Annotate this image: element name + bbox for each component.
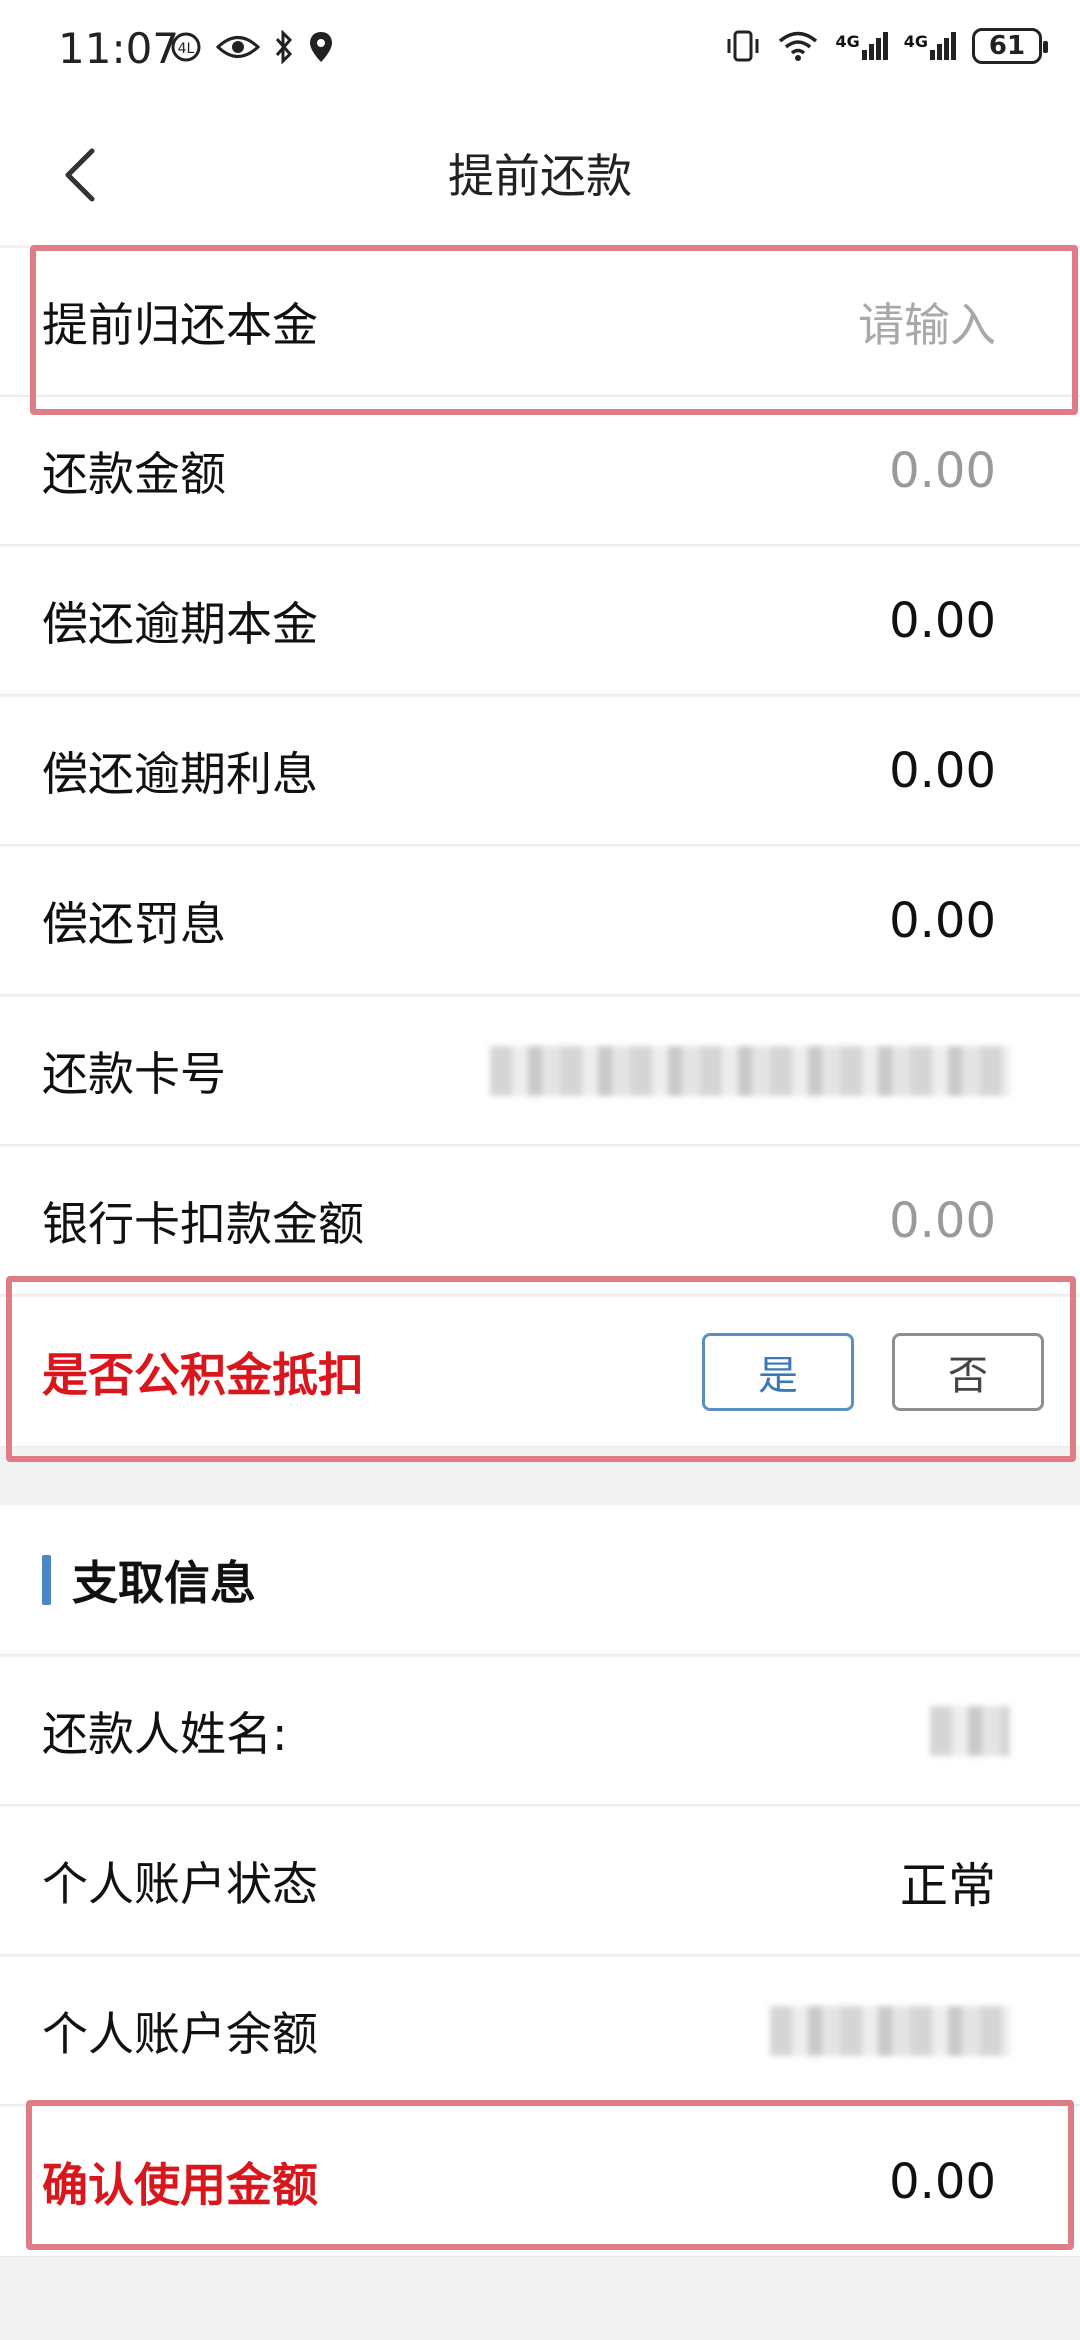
section-accent-bar <box>42 1554 51 1605</box>
card-number-redacted <box>490 1045 1010 1096</box>
account-status-label: 个人账户状态 <box>42 1856 318 1911</box>
repayer-name-redacted <box>930 1705 1010 1756</box>
card-deduct-label: 银行卡扣款金额 <box>42 1196 364 1251</box>
fund-deduct-label: 是否公积金抵扣 <box>42 1347 364 1402</box>
card-number-label: 还款卡号 <box>42 1046 226 1101</box>
status-bar: 11:07 4L 4G 4G 61 <box>0 0 1080 110</box>
card-number-row: 还款卡号 <box>0 997 1080 1145</box>
svg-text:4L: 4L <box>178 41 195 57</box>
account-balance-row: 个人账户余额 <box>0 1957 1080 2105</box>
repayer-name-label: 还款人姓名: <box>42 1706 288 1761</box>
confirm-amount-row: 确认使用金额 0.00 <box>0 2107 1080 2257</box>
nav-header: 提前还款 <box>0 110 1080 245</box>
withdraw-info-header: 支取信息 <box>0 1505 1080 1655</box>
wifi-icon <box>779 31 818 61</box>
card-deduct-row: 银行卡扣款金额 0.00 <box>0 1147 1080 1295</box>
repay-amount-label: 还款金额 <box>42 446 226 501</box>
overdue-interest-value: 0.00 <box>889 742 996 799</box>
hd-call-icon: 4L <box>171 32 201 62</box>
penalty-interest-label: 偿还罚息 <box>42 896 226 951</box>
account-status-value: 正常 <box>899 1857 996 1914</box>
repay-amount-row: 还款金额 0.00 <box>0 397 1080 545</box>
account-status-row: 个人账户状态 正常 <box>0 1807 1080 1955</box>
principal-label: 提前归还本金 <box>42 297 318 352</box>
fund-deduct-yes-button[interactable]: 是 <box>702 1332 854 1411</box>
page-title: 提前还款 <box>448 149 632 203</box>
signal-4g-icon-2: 4G <box>904 32 956 60</box>
fund-deduct-no-button[interactable]: 否 <box>892 1332 1044 1411</box>
location-icon <box>310 32 332 62</box>
bluetooth-icon <box>275 30 293 64</box>
penalty-interest-row: 偿还罚息 0.00 <box>0 847 1080 995</box>
vibrate-icon <box>727 30 759 62</box>
overdue-principal-row: 偿还逾期本金 0.00 <box>0 547 1080 695</box>
account-balance-label: 个人账户余额 <box>42 2006 318 2061</box>
principal-input[interactable]: 请输入 <box>858 289 996 355</box>
fund-deduct-row: 是否公积金抵扣 是 否 <box>0 1297 1080 1447</box>
overdue-interest-row: 偿还逾期利息 0.00 <box>0 697 1080 845</box>
eye-icon <box>216 36 260 58</box>
repay-amount-value: 0.00 <box>889 442 996 499</box>
repayer-name-row: 还款人姓名: <box>0 1657 1080 1805</box>
overdue-interest-label: 偿还逾期利息 <box>42 746 318 801</box>
confirm-amount-label: 确认使用金额 <box>42 2157 318 2212</box>
page: 11:07 4L 4G 4G 61 提前还款 提前归还本金 请输入 还款金额 0… <box>0 0 1080 2340</box>
status-time: 11:07 <box>58 24 180 73</box>
overdue-principal-value: 0.00 <box>889 592 996 649</box>
penalty-interest-value: 0.00 <box>889 892 996 949</box>
principal-row[interactable]: 提前归还本金 请输入 <box>0 248 1080 396</box>
overdue-principal-label: 偿还逾期本金 <box>42 596 318 651</box>
section-title: 支取信息 <box>72 1555 256 1610</box>
account-balance-redacted <box>770 2005 1010 2056</box>
signal-4g-icon-1: 4G <box>835 32 888 60</box>
confirm-amount-value: 0.00 <box>889 2153 996 2210</box>
battery-icon: 61 <box>972 28 1048 64</box>
card-deduct-value: 0.00 <box>889 1192 996 1249</box>
